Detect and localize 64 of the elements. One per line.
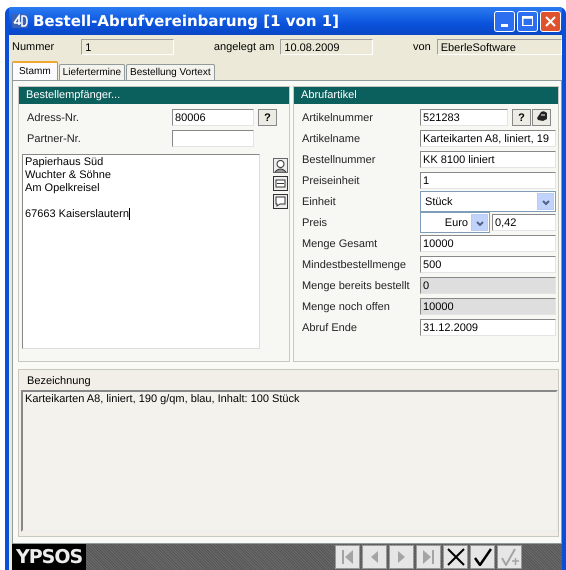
created-by-label: von xyxy=(412,41,431,53)
last-record-icon xyxy=(423,550,434,564)
card-icon[interactable] xyxy=(273,176,288,191)
nav-button[interactable] xyxy=(443,545,468,569)
field-label: Abruf Ende xyxy=(301,322,358,334)
window-title: Bestell-Abrufvereinbarung [1 von 1] xyxy=(33,12,340,30)
address-field[interactable]: Papierhaus Süd Wuchter & Söhne Am Opelkreisel 67663 Kaiserslautern xyxy=(22,154,260,349)
description-label: Bezeichnung xyxy=(26,375,92,387)
input-field[interactable]: Karteikarten A8, liniert, 19 xyxy=(420,130,556,147)
next-icon xyxy=(398,551,405,563)
input-field[interactable]: 500 xyxy=(420,256,556,273)
readonly-field: 10000 xyxy=(420,298,556,315)
help-button[interactable]: ? xyxy=(512,109,531,126)
created-date-field: 10.08.2009 xyxy=(280,39,373,55)
tab[interactable]: Liefertermine xyxy=(58,64,126,80)
field-label: Artikelname xyxy=(301,132,362,144)
checkmark-icon xyxy=(474,548,492,566)
field-label: Partner-Nr. xyxy=(26,132,82,144)
currency-dropdown[interactable]: Euro xyxy=(420,212,490,233)
tab[interactable]: Bestellung Vortext xyxy=(126,64,215,80)
close-icon xyxy=(545,16,556,26)
field-label: Mindestbestellmenge xyxy=(301,258,407,270)
unit-dropdown[interactable]: Stück xyxy=(420,191,556,212)
field-label: Adress-Nr. xyxy=(26,112,80,124)
input-field[interactable]: 1 xyxy=(420,172,556,189)
app-icon xyxy=(12,13,28,29)
previous-icon xyxy=(371,551,378,563)
input-field[interactable] xyxy=(172,130,254,147)
input-field[interactable]: 521283 xyxy=(420,109,508,126)
field-label: Bestellnummer xyxy=(301,154,376,166)
minimize-button[interactable] xyxy=(494,10,515,32)
field-label: Menge noch offen xyxy=(301,300,391,312)
description-field[interactable]: Karteikarten A8, liniert, 190 g/qm, blau, Inhalt: 100 Stück xyxy=(21,390,558,532)
panel-header: Bestellempfänger... xyxy=(19,87,289,104)
created-date-label: angelegt am xyxy=(214,41,274,53)
person-icon[interactable] xyxy=(273,158,288,173)
field-label: Artikelnummer xyxy=(301,112,374,124)
field-label: Preis xyxy=(301,216,328,228)
tab[interactable]: Stamm xyxy=(12,61,58,80)
maximize-button[interactable] xyxy=(517,10,538,32)
cancel-icon xyxy=(446,548,464,566)
input-field[interactable]: 80006 xyxy=(172,109,254,126)
input-field[interactable]: 31.12.2009 xyxy=(420,319,556,336)
field-label: Einheit xyxy=(301,196,337,208)
readonly-field: 0 xyxy=(420,277,556,294)
help-button[interactable]: ? xyxy=(258,109,277,126)
minimize-icon xyxy=(501,24,508,26)
field-label: Preiseinheit xyxy=(301,174,360,186)
first-record-icon xyxy=(342,550,353,564)
number-field: 1 xyxy=(81,39,174,55)
checkmark-plus-icon xyxy=(500,548,518,566)
field-label: Menge bereits bestellt xyxy=(301,280,411,292)
number-label: Nummer xyxy=(12,41,56,53)
speech-bubble-icon[interactable] xyxy=(273,194,288,209)
panel-header: Abrufartikel xyxy=(294,87,558,104)
input-field[interactable]: KK 8100 liniert xyxy=(420,151,556,168)
input-field[interactable]: 0,42 xyxy=(492,214,556,231)
field-label: Menge Gesamt xyxy=(301,238,378,250)
created-by-field: EberleSoftware xyxy=(436,39,562,55)
nav-button[interactable] xyxy=(470,545,495,569)
maximize-icon xyxy=(522,16,534,26)
close-button[interactable] xyxy=(540,10,561,32)
input-field[interactable]: 10000 xyxy=(420,235,556,252)
logo: YPSOS xyxy=(12,544,86,570)
